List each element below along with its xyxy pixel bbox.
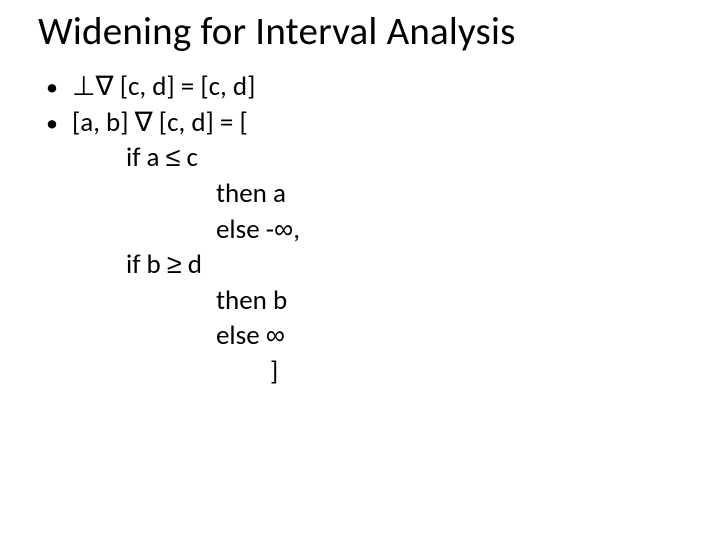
infinity-symbol: ∞ — [266, 320, 285, 350]
slide-body: • ⊥∇ [c, d] = [c, d] • [a, b] ∇ [c, d] =… — [28, 69, 692, 390]
bullet-row-1: • ⊥∇ [c, d] = [c, d] — [46, 69, 692, 105]
if-clause-2: if b ≥ d — [46, 247, 692, 283]
slide: Widening for Interval Analysis • ⊥∇ [c, … — [0, 0, 720, 540]
bullet-row-2: • [a, b] ∇ [c, d] = [ — [46, 105, 692, 141]
else-pre-2: else — [216, 319, 266, 352]
else-post-1: , — [293, 213, 300, 246]
else-neg-inf: else -∞, — [46, 212, 692, 248]
if2-rhs: d — [182, 248, 202, 281]
if1-label: if a — [126, 141, 166, 174]
leq-symbol: ≤ — [166, 142, 181, 172]
bullet-2-content: [a, b] ∇ [c, d] = [ — [72, 105, 692, 141]
bullet-2-left: [a, b] — [72, 106, 135, 139]
else-pos-inf: else ∞ — [46, 318, 692, 354]
bullet-icon: • — [46, 72, 72, 104]
geq-symbol: ≥ — [167, 249, 182, 279]
then-b: then b — [46, 283, 692, 319]
if1-rhs: c — [180, 141, 198, 174]
page-title: Widening for Interval Analysis — [38, 8, 692, 55]
else-pre-1: else - — [216, 213, 274, 246]
then-a: then a — [46, 176, 692, 212]
bullet-icon: • — [46, 108, 72, 140]
bottom-widen-symbol: ⊥∇ — [72, 71, 114, 101]
close-bracket: ] — [46, 354, 692, 390]
bullet-2-right: [c, d] = [ — [153, 106, 248, 139]
infinity-symbol: ∞ — [274, 214, 293, 244]
widen-symbol: ∇ — [135, 107, 153, 137]
bullet-1-text: [c, d] = [c, d] — [114, 70, 256, 103]
if2-label: if b — [126, 248, 167, 281]
if-clause-1: if a ≤ c — [46, 140, 692, 176]
bullet-1-content: ⊥∇ [c, d] = [c, d] — [72, 69, 692, 105]
